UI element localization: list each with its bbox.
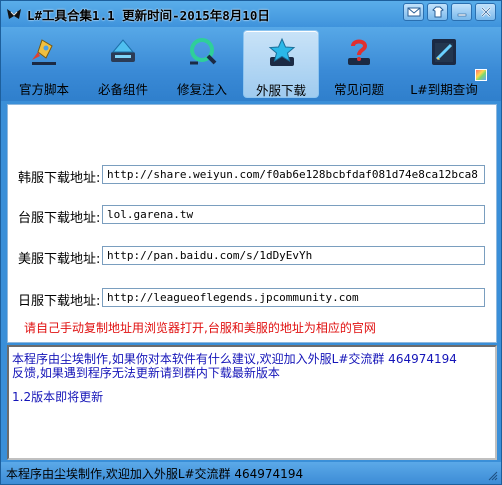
status-bar: 本程序由尘埃制作,欢迎加入外服L#交流群 464974194 (1, 462, 501, 484)
star-download-icon (268, 37, 296, 66)
toolbar-label: 官方脚本 (18, 82, 69, 97)
theme-button[interactable] (427, 3, 448, 21)
window-title: L#工具合集1.1 更新时间-2015年8月10日 (27, 8, 270, 23)
minimize-icon (457, 13, 467, 17)
minimize-button[interactable] (451, 3, 472, 21)
toolbar-label: 常见问题 (333, 82, 384, 97)
skin-icon[interactable] (475, 69, 487, 81)
toolbar-label: L#到期查询 (410, 82, 478, 97)
toolbar-label: 外服下载 (255, 83, 306, 98)
close-button[interactable] (475, 3, 496, 21)
toolbar-item-server-download[interactable]: 外服下载 (243, 30, 319, 98)
app-window: L#工具合集1.1 更新时间-2015年8月10日 官方脚本 必备组件 修复注入… (0, 0, 502, 485)
tw-download-url-field[interactable]: lol.garena.tw (102, 205, 485, 224)
title-bar[interactable]: L#工具合集1.1 更新时间-2015年8月10日 (1, 1, 501, 27)
tw-download-label: 台服下载地址: (18, 211, 101, 226)
question-icon (348, 39, 370, 65)
toolbar: 官方脚本 必备组件 修复注入 外服下载 常见问题 L#到期查询 (1, 27, 501, 101)
jp-download-url-field[interactable]: http://leagueoflegends.jpcommunity.com (102, 288, 485, 307)
rocket-icon (32, 39, 56, 65)
calendar-icon (432, 39, 456, 65)
resize-grip-icon[interactable] (488, 471, 498, 481)
jp-download-label: 日服下载地址: (18, 294, 101, 309)
mail-button[interactable] (403, 3, 424, 21)
toolbar-item-faq[interactable]: 常见问题 (321, 30, 397, 98)
toolbar-item-repair-injection[interactable]: 修复注入 (164, 30, 240, 98)
components-icon (111, 39, 135, 62)
toolbar-item-official-scripts[interactable]: 官方脚本 (6, 30, 82, 98)
log-line: 反馈,如果遇到程序无法更新请到群内下载最新版本 (12, 366, 280, 380)
log-line: 1.2版本即将更新 (12, 390, 104, 404)
na-download-url-field[interactable]: http://pan.baidu.com/s/1dDyEvYh (102, 246, 485, 265)
toolbar-label: 修复注入 (176, 82, 227, 97)
toolbar-item-components[interactable]: 必备组件 (85, 30, 161, 98)
close-icon (481, 7, 491, 17)
toolbar-item-expiry-check[interactable]: L#到期查询 (402, 30, 486, 98)
repair-icon (190, 38, 217, 65)
app-logo-icon (7, 9, 21, 19)
copy-instruction-notice: 请自己手动复制地址用浏览器打开,台服和美服的地址为相应的官网 (24, 321, 376, 335)
na-download-label: 美服下载地址: (18, 252, 101, 267)
mail-icon (407, 7, 421, 17)
kr-download-url-field[interactable]: http://share.weiyun.com/f0ab6e128bcbfdaf… (102, 165, 485, 184)
status-text: 本程序由尘埃制作,欢迎加入外服L#交流群 464974194 (6, 467, 304, 481)
toolbar-label: 必备组件 (97, 82, 148, 97)
theme-icon (432, 6, 444, 18)
kr-download-label: 韩服下载地址: (18, 171, 101, 186)
download-panel: 韩服下载地址: http://share.weiyun.com/f0ab6e12… (7, 104, 497, 343)
message-log[interactable]: 本程序由尘埃制作,如果你对本软件有什么建议,欢迎加入外服L#交流群 464974… (7, 345, 497, 460)
